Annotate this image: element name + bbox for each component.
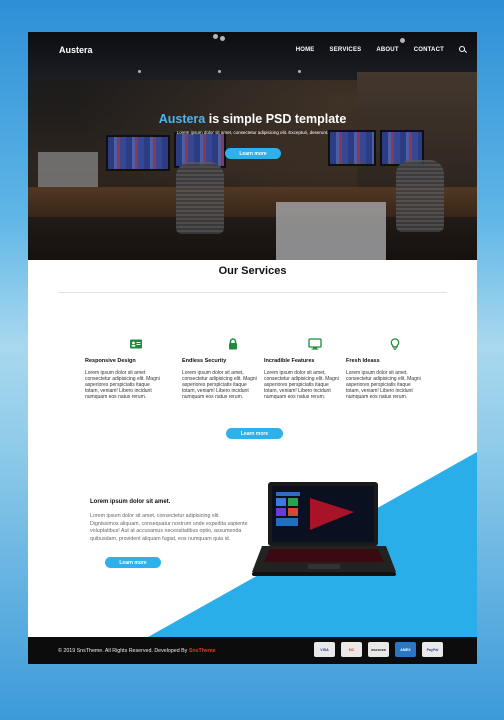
nav-home[interactable]: HOME — [296, 47, 315, 53]
visa-icon: VISA — [314, 642, 335, 657]
brand-logo[interactable]: Austera — [59, 45, 93, 55]
mastercard-icon: MC — [341, 642, 362, 657]
service-text: Lorem ipsum dolor sit amet consectetur a… — [85, 370, 160, 400]
hero-title-rest: is simple PSD template — [205, 112, 347, 126]
monitor-icon — [308, 338, 322, 350]
payment-methods: VISA MC DISCOVER AMEX PayPal — [314, 642, 443, 657]
discover-icon: DISCOVER — [368, 642, 389, 657]
nav-services[interactable]: SERVICES — [330, 47, 362, 53]
lightbulb-icon — [390, 338, 400, 350]
footer: © 2019 SnsTheme. All Rights Reserved. De… — [28, 637, 477, 664]
hero-title: Austera is simple PSD template — [28, 112, 477, 126]
services-learn-more-button[interactable]: Learn more — [226, 428, 283, 439]
services-title: Our Services — [218, 265, 287, 277]
laptop-image — [252, 482, 396, 576]
page: Austera HOME SERVICES ABOUT CONTACT Aust… — [28, 32, 477, 664]
id-card-icon — [130, 339, 142, 349]
service-title: Incradible Features — [264, 358, 315, 364]
product-title: Lorem ipsum dolor sit amet. — [90, 499, 171, 505]
amex-icon: AMEX — [395, 642, 416, 657]
service-text: Lorem ipsum dolor sit amet, consectetur … — [264, 370, 339, 400]
hero-overlay — [28, 32, 477, 260]
product-learn-more-button[interactable]: Learn more — [105, 557, 161, 568]
service-text: Lorem ipsum dolor sit amet, consectetur … — [346, 370, 421, 400]
copyright-text: © 2019 SnsTheme. All Rights Reserved. De… — [58, 648, 189, 654]
hero-subtitle: Lorem ipsum dolor sit amet, consectetur … — [176, 130, 329, 135]
hero-learn-more-button[interactable]: Learn more — [225, 148, 281, 159]
search-icon[interactable] — [459, 46, 467, 54]
lock-icon — [229, 338, 237, 350]
footer-copyright: © 2019 SnsTheme. All Rights Reserved. De… — [58, 648, 216, 654]
developer-link[interactable]: SnsTheme — [189, 648, 216, 654]
nav-about[interactable]: ABOUT — [376, 47, 398, 53]
service-title: Fresh Ideass — [346, 358, 380, 364]
paypal-icon: PayPal — [422, 642, 443, 657]
hero-banner: Austera HOME SERVICES ABOUT CONTACT Aust… — [28, 32, 477, 260]
service-text: Lorem ipsum dolor sit amet, consectetur … — [182, 370, 257, 400]
service-title: Endless Security — [182, 358, 227, 364]
main-nav: HOME SERVICES ABOUT CONTACT — [296, 46, 467, 54]
hero-title-accent: Austera — [158, 112, 206, 126]
service-title: Responsive Design — [85, 358, 136, 364]
product-text: Lorem ipsum dolor sit amet, consectetur … — [90, 513, 248, 542]
services-divider — [58, 292, 447, 293]
nav-contact[interactable]: CONTACT — [414, 47, 444, 53]
